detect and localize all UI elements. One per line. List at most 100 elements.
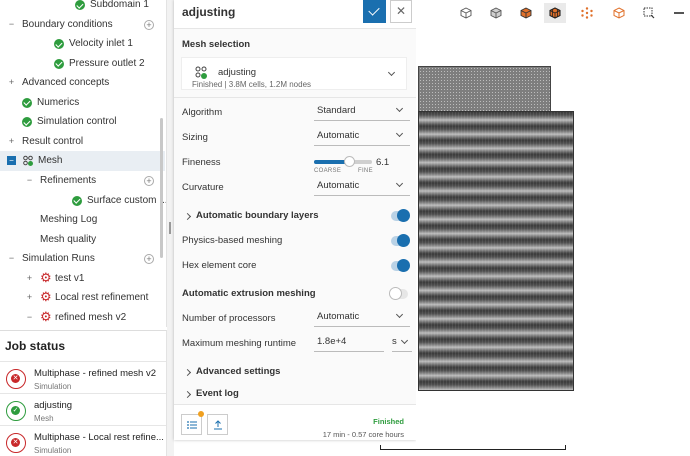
tree-item[interactable]: + Advanced concepts [0,73,165,93]
chevron-down-icon [396,312,404,320]
toggle-knob [397,234,410,247]
upload-button[interactable] [207,414,228,435]
chevron-down-icon [396,106,404,114]
add-icon[interactable]: + [144,254,154,265]
algorithm-value: Standard [317,105,356,116]
advanced-settings-toggle[interactable]: Advanced settings [196,366,280,377]
tree-item[interactable]: Surface custom ... [0,191,166,211]
tree-item[interactable]: Velocity inlet 1 [0,34,165,54]
tree-item[interactable]: + ⚙ Local rest refinement [0,288,165,308]
collapse-icon[interactable]: − [7,19,16,29]
sizing-select[interactable]: Automatic [314,126,410,146]
job-item[interactable]: ✕ Multiphase - Local rest refine... Simu… [0,425,166,456]
add-icon[interactable]: + [144,19,154,30]
view-cube-mesh-icon[interactable] [544,3,566,23]
list-button[interactable] [181,414,202,435]
error-status-icon: ✕ [6,433,26,453]
runtime-unit: s [392,336,397,347]
tree-item-label: Simulation Runs [22,253,95,265]
tree-item-label: Result control [22,135,84,147]
processors-select[interactable]: Automatic [314,307,410,327]
tree-item-label: Boundary conditions [22,18,113,30]
runtime-input[interactable]: 1.8e+4 [314,332,384,352]
auto-boundary-layers-label[interactable]: Automatic boundary layers [196,210,318,221]
check-icon [22,97,32,108]
expand-icon[interactable]: + [25,273,34,283]
hex-core-toggle[interactable] [391,259,410,272]
tree-item[interactable]: Subdomain 1 [0,0,165,15]
confirm-button[interactable] [363,0,386,23]
view-points-icon[interactable] [576,3,598,23]
toggle-knob [389,287,402,300]
fineness-slider[interactable] [314,156,372,167]
job-item[interactable]: ✕ Multiphase - refined mesh v2 Simulatio… [0,361,166,397]
job-type: Simulation [34,446,72,455]
tree-item[interactable]: Numerics [0,93,165,113]
simulation-tree: Subdomain 1− Boundary conditions + Velocity… [0,0,167,327]
algorithm-select[interactable]: Standard [314,101,410,121]
view-outline-icon[interactable] [608,3,630,23]
job-status-title: Job status [5,339,66,353]
view-cube-orange-icon[interactable] [515,3,537,23]
tree-item-label: test v1 [55,272,85,284]
tree-item[interactable]: − ⚙ refined mesh v2 [0,308,165,327]
slider-thumb[interactable] [344,156,356,167]
view-cube-icon[interactable] [455,3,477,23]
expand-icon[interactable]: + [25,293,34,302]
tree-item[interactable]: Mesh quality [0,230,165,250]
mesh-icon [23,156,33,167]
upload-icon [214,420,222,430]
tree-item[interactable]: − Boundary conditions + [0,15,165,35]
chevron-right-icon[interactable] [185,368,193,376]
tree-item-label: Subdomain 1 [90,0,149,10]
close-icon: ✕ [395,4,407,18]
job-title: Multiphase - refined mesh v2 [34,368,156,379]
box-select-icon[interactable] [638,3,660,23]
mesh-selection-dropdown[interactable]: adjusting Finished | 3.8M cells, 1.2M no… [181,57,407,90]
grip-icon [169,222,171,234]
event-log-toggle[interactable]: Event log [196,388,239,399]
job-type: Mesh [34,414,54,423]
check-icon [72,195,82,206]
panel-footer: Finished 17 min - 0.57 core hours [174,404,416,440]
check-icon [75,0,85,10]
tree-item[interactable]: − Mesh [0,151,165,171]
tree-item[interactable]: Meshing Log [0,210,165,230]
tree-item[interactable]: + Result control [0,132,165,152]
collapse-icon[interactable]: − [25,175,34,185]
tree-item[interactable]: − Simulation Runs + [0,249,165,269]
view-cube-solid-icon[interactable] [485,3,507,23]
tree-item-label: Simulation control [37,116,117,128]
close-button[interactable]: ✕ [390,0,412,23]
tree-item[interactable]: + ⚙ test v1 [0,269,165,289]
more-tools-icon[interactable] [668,3,690,23]
auto-boundary-layers-toggle[interactable] [391,209,410,222]
tree-item[interactable]: − Refinements + [0,171,165,191]
chevron-down-icon [401,338,409,346]
tree-scrollbar[interactable] [160,118,163,258]
collapse-icon[interactable]: − [7,254,16,263]
add-icon[interactable]: + [144,175,154,186]
physics-meshing-toggle[interactable] [391,234,410,247]
tree-item[interactable]: Simulation control [0,112,165,132]
runtime-unit-select[interactable]: s [392,332,412,352]
curvature-select[interactable]: Automatic [314,176,410,196]
job-item[interactable]: ✓ adjusting Mesh [0,393,166,429]
expand-icon[interactable]: + [7,136,16,146]
collapse-icon[interactable]: − [25,312,34,322]
chevron-down-icon [396,131,404,139]
3d-viewport[interactable] [416,0,690,456]
slider-max-label: FINE [358,168,373,174]
expand-icon[interactable]: + [7,78,16,87]
auto-extrusion-label: Automatic extrusion meshing [182,288,316,299]
check-icon [54,58,64,69]
mesh-summary: Finished | 3.8M cells, 1.2M nodes [192,80,312,89]
panel-splitter[interactable] [167,0,174,456]
chevron-right-icon[interactable] [185,390,193,398]
chevron-right-icon[interactable] [185,212,193,220]
auto-extrusion-toggle[interactable] [389,287,408,300]
check-icon [22,117,32,128]
collapse-icon[interactable]: − [7,156,16,166]
success-status-icon: ✓ [6,401,26,421]
tree-item[interactable]: Pressure outlet 2 [0,54,165,74]
